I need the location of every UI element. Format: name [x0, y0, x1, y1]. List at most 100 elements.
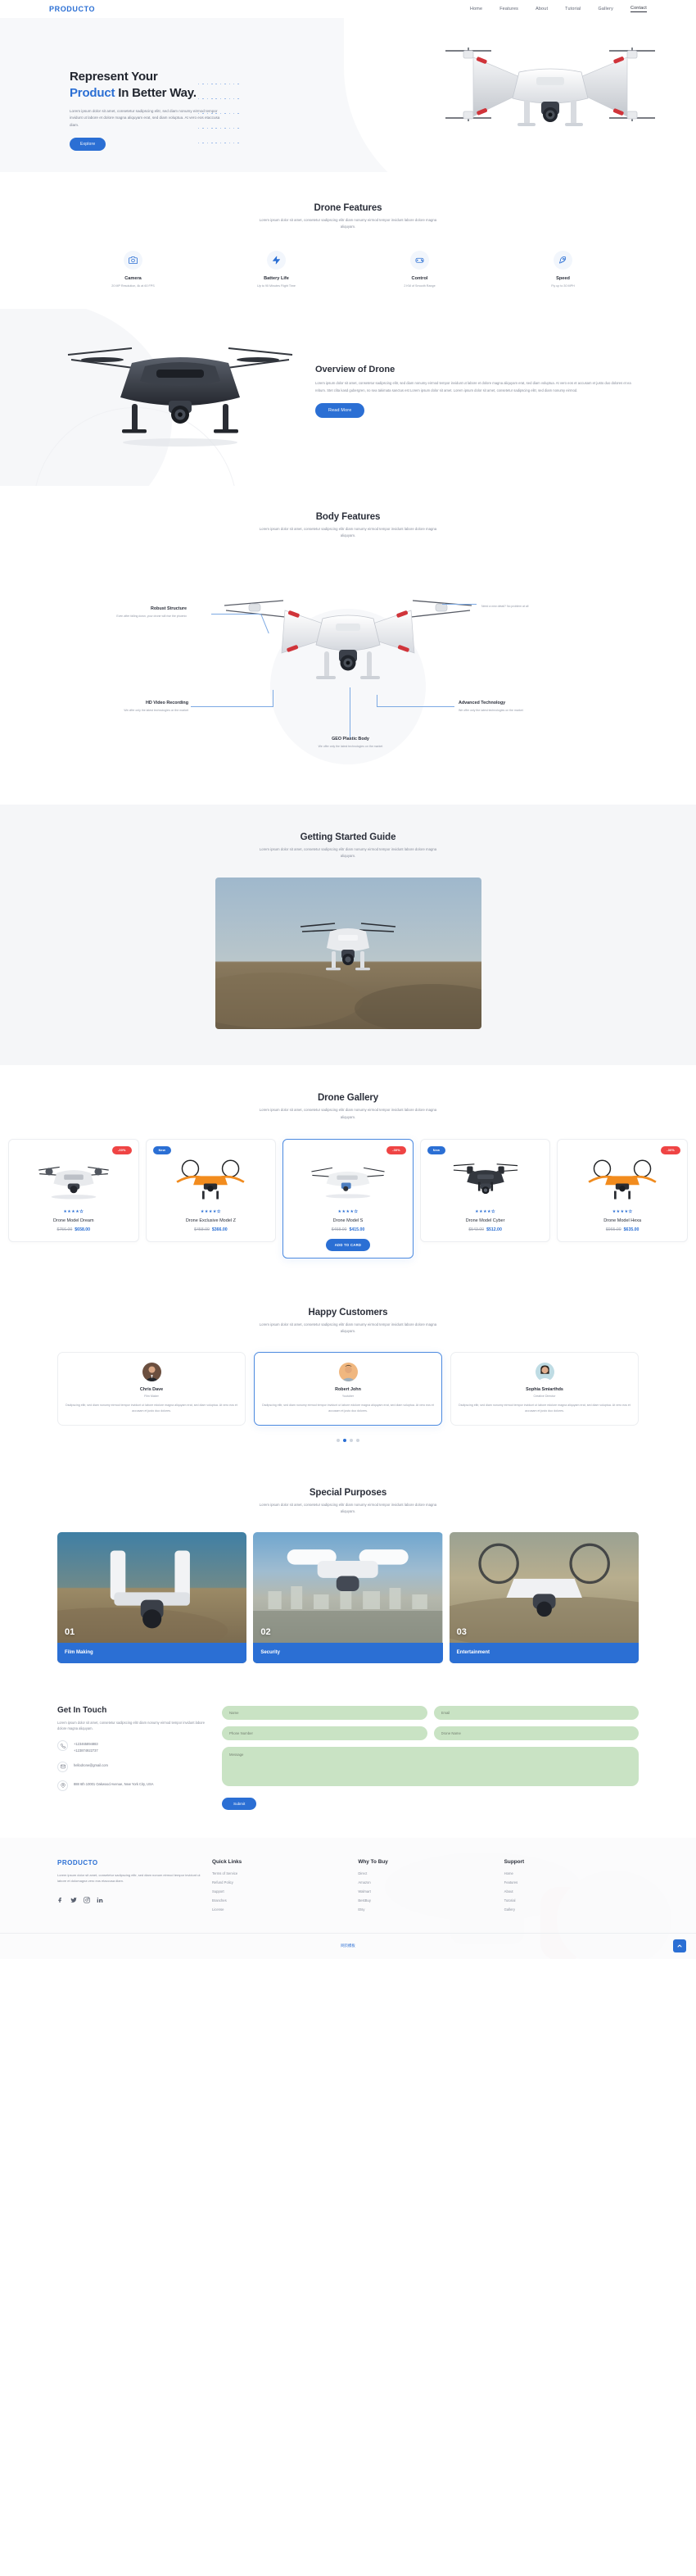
add-to-cart-button[interactable]: ADD TO CARD	[325, 1239, 371, 1251]
testimonial-card[interactable]: Sophia Smiarthds Creative Director Dsdip…	[450, 1351, 639, 1426]
testimonials-section: Happy Customers Lorem ipsum dolor sit am…	[0, 1283, 696, 1463]
testimonial-name: Chris Dave	[139, 1386, 164, 1392]
body-features-title: Body Features	[315, 511, 381, 522]
footer-link[interactable]: Refund Policy	[212, 1880, 346, 1884]
product-card[interactable]: -30% ★★★★★ Drone Model Hexa $965.00 $635…	[557, 1139, 688, 1242]
guide-title: Getting Started Guide	[300, 832, 396, 842]
gallery-heading: Drone Gallery Lorem ipsum dolor sit amet…	[61, 1093, 635, 1121]
product-image	[152, 1154, 270, 1204]
drone-name-input[interactable]	[433, 1726, 639, 1740]
nav-item-gallery[interactable]: Gallery	[599, 7, 613, 11]
product-card[interactable]: New ★★★★★ Drone Model Cyber $543.00 $512…	[419, 1139, 551, 1242]
purpose-card[interactable]: 01 Film Making	[57, 1531, 247, 1663]
footer-link[interactable]: Tutorial	[504, 1898, 639, 1903]
hero-title-accent: Product	[70, 85, 115, 100]
nav-item-home[interactable]: Home	[470, 7, 482, 11]
testimonial-pagination-dots[interactable]	[0, 1438, 696, 1442]
pagination-dot-active[interactable]	[343, 1438, 346, 1442]
feature-speed: Speed Fly up to 30 MPH	[491, 250, 635, 288]
purpose-number: 01	[65, 1626, 75, 1637]
purpose-label: Entertainment	[456, 1650, 490, 1655]
purpose-number: 03	[456, 1626, 467, 1637]
footer-link[interactable]: BestBuy	[358, 1898, 492, 1903]
feature-battery-title: Battery Life	[264, 275, 289, 281]
footer-link[interactable]: Walmart	[358, 1889, 492, 1893]
phone-input[interactable]	[222, 1726, 427, 1740]
hero-explore-button[interactable]: Explore	[70, 138, 106, 152]
product-rating: ★★★★★	[612, 1209, 633, 1214]
footer-bottom-link[interactable]: 网页模板	[341, 1943, 355, 1948]
purpose-card[interactable]: 02 Security	[253, 1531, 443, 1663]
feature-speed-title: Speed	[556, 275, 570, 281]
footer-link[interactable]: Gallery	[504, 1907, 639, 1912]
instagram-icon[interactable]	[84, 1893, 90, 1907]
footer-logo[interactable]: PRODUCTO	[57, 1859, 201, 1866]
gallery-subtitle: Lorem ipsum dolor sit amet, consetetur s…	[259, 1108, 437, 1119]
footer-link[interactable]: Terms of Service	[212, 1871, 346, 1875]
purpose-number: 02	[260, 1626, 271, 1637]
gamepad-icon	[410, 250, 429, 270]
footer-link[interactable]: Amazon	[358, 1880, 492, 1884]
annotation-advanced-title: Advanced Technology	[459, 700, 506, 705]
brand-logo[interactable]: PRODUCTO	[49, 5, 95, 13]
product-new-price: $635.00	[623, 1227, 640, 1232]
guide-subtitle: Lorem ipsum dolor sit amet, consetetur s…	[259, 846, 437, 858]
testimonials-subtitle: Lorem ipsum dolor sit amet, consetetur s…	[259, 1322, 437, 1334]
guide-video-image[interactable]	[215, 878, 481, 1030]
testimonial-name: Robert John	[335, 1386, 361, 1392]
contact-email-text: hellodrone@gmail.com	[74, 1762, 108, 1767]
product-badge: -30%	[111, 1146, 132, 1154]
footer-link[interactable]: Direct	[358, 1871, 492, 1875]
purposes-grid: 01 Film Making 02 Security 03 Entertainm…	[0, 1531, 696, 1663]
footer-link[interactable]: Features	[504, 1880, 639, 1884]
footer-column-title: Support	[504, 1858, 525, 1865]
testimonial-card[interactable]: Robert John Youtuber Dsdipscing elitr, s…	[254, 1351, 442, 1426]
product-rating: ★★★★★	[200, 1209, 221, 1214]
facebook-icon[interactable]	[57, 1893, 64, 1907]
product-card[interactable]: New ★★★★★ Drone Exclusive Model Z $458.0…	[145, 1139, 277, 1242]
footer-link[interactable]: License	[212, 1907, 346, 1912]
testimonial-quote: Dsdipscing elitr, sed diam nonumy eirmod…	[459, 1403, 630, 1413]
feature-speed-desc: Fly up to 30 MPH	[551, 283, 575, 288]
product-old-price: $458.00	[194, 1227, 210, 1232]
name-input[interactable]	[222, 1705, 427, 1720]
email-input[interactable]	[433, 1705, 639, 1720]
annotation-new-detail: Need a new detail? No problem at all	[481, 601, 578, 609]
feature-control-desc: 2 KM of Smooth Range	[404, 283, 436, 288]
contact-form: Submit	[222, 1705, 639, 1810]
footer-social-links	[57, 1893, 201, 1907]
contact-email: hellodrone@gmail.com	[57, 1761, 209, 1772]
pagination-dot[interactable]	[350, 1438, 353, 1442]
annotation-geo-body: GEO Plastic Body We offer only the lates…	[301, 737, 400, 749]
contact-phone-text: +123465894883 +123874922737	[74, 1740, 98, 1753]
submit-button[interactable]: Submit	[222, 1797, 257, 1810]
footer-link[interactable]: About	[504, 1889, 639, 1893]
contact-address-text: 888 6th 10001 Oakwood Avenue, New York C…	[74, 1781, 154, 1786]
nav-item-features[interactable]: Features	[499, 7, 518, 11]
product-name: Drone Model S	[332, 1218, 364, 1223]
product-card[interactable]: -30% ★★★★★ Drone Model Dream $756.00 $65…	[8, 1139, 139, 1242]
footer-link[interactable]: Etsy	[358, 1907, 492, 1912]
linkedin-icon[interactable]	[97, 1893, 103, 1907]
product-card[interactable]: -30% ★★★★★ Drone Model S $458.00$415.00	[282, 1139, 414, 1259]
purpose-card[interactable]: 03 Entertainment	[449, 1531, 639, 1663]
nav-item-contact[interactable]: Contact	[630, 6, 647, 12]
footer-link[interactable]: Support	[212, 1889, 346, 1893]
scroll-to-top-button[interactable]	[673, 1939, 686, 1952]
product-new-price: $512.00	[486, 1227, 502, 1232]
pagination-dot[interactable]	[337, 1438, 340, 1442]
footer-link[interactable]: Branches	[212, 1898, 346, 1903]
message-textarea[interactable]	[222, 1746, 639, 1786]
nav-item-about[interactable]: About	[536, 7, 548, 11]
footer-link[interactable]: Home	[504, 1871, 639, 1875]
purpose-label-bar: Security	[253, 1642, 443, 1663]
footer-about: Lorem ipsum dolor sit amet, consetetur s…	[57, 1872, 201, 1884]
testimonial-card[interactable]: Chris Dave Film Maker Dsdipscing elitr, …	[57, 1351, 246, 1426]
pagination-dot[interactable]	[356, 1438, 359, 1442]
twitter-icon[interactable]	[70, 1893, 77, 1907]
feature-control: Control 2 KM of Smooth Range	[348, 250, 491, 288]
overview-read-more-button[interactable]: Read More	[315, 403, 365, 419]
nav-item-tutorial[interactable]: Tutorial	[565, 7, 581, 11]
camera-icon	[124, 250, 142, 270]
annotation-hd-title: HD Video Recording	[145, 700, 188, 705]
